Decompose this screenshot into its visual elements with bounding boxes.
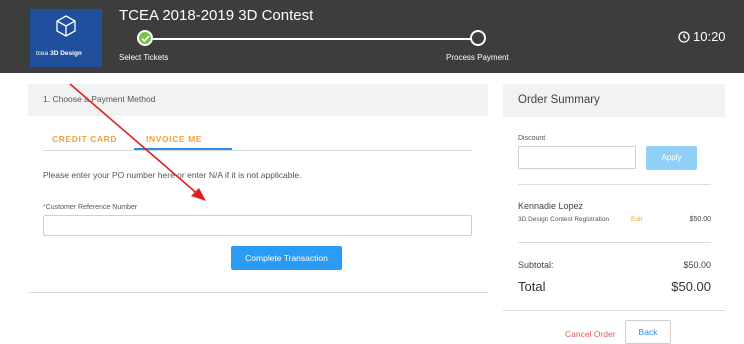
customer-name: Kennadie Lopez <box>518 201 584 211</box>
back-button[interactable]: Back <box>625 320 671 344</box>
po-instruction: Please enter your PO number here or ente… <box>43 170 302 180</box>
divider <box>518 242 711 243</box>
timer-value: 10:20 <box>693 29 726 44</box>
customer-reference-label-text: Customer Reference Number <box>45 204 138 211</box>
top-header: tcea 3D Design TCEA 2018-2019 3D Contest… <box>0 0 744 73</box>
line-item-name: 3D Design Contest Registration <box>518 216 610 223</box>
logo-name: 3D Design <box>50 50 82 57</box>
cube-icon <box>56 15 76 37</box>
order-summary-title: Order Summary <box>518 94 600 106</box>
order-summary-header: Order Summary <box>503 84 725 117</box>
active-tab-indicator <box>134 148 232 150</box>
divider <box>503 310 725 311</box>
edit-line-item-link[interactable]: Edit <box>631 216 642 223</box>
tab-invoice-me[interactable]: INVOICE ME <box>146 134 202 144</box>
customer-reference-input[interactable] <box>43 215 472 236</box>
payment-section-header: 1. Choose a Payment Method <box>28 84 488 116</box>
apply-discount-button[interactable]: Apply <box>646 146 697 170</box>
divider <box>518 184 711 185</box>
payment-method-panel: 1. Choose a Payment Method CREDIT CARD I… <box>28 84 488 293</box>
payment-section-title: 1. Choose a Payment Method <box>43 94 156 104</box>
event-title: TCEA 2018-2019 3D Contest <box>119 7 314 24</box>
tab-credit-card[interactable]: CREDIT CARD <box>52 134 117 144</box>
logo-prefix: tcea <box>36 50 49 57</box>
clock-icon <box>678 31 690 43</box>
countdown-timer: 10:20 <box>678 29 726 44</box>
complete-transaction-button[interactable]: Complete Transaction <box>231 246 342 270</box>
step-process-payment-label: Process Payment <box>446 53 509 62</box>
total-label: Total <box>518 279 546 294</box>
discount-label: Discount <box>518 135 546 142</box>
subtotal-value: $50.00 <box>683 260 711 270</box>
total-value: $50.00 <box>671 279 711 294</box>
discount-input[interactable] <box>518 146 636 169</box>
step-select-tickets-indicator <box>137 30 153 46</box>
progress-track <box>146 38 476 40</box>
cancel-order-link[interactable]: Cancel Order <box>565 329 616 339</box>
brand-logo: tcea 3D Design <box>30 9 102 67</box>
step-process-payment-indicator <box>470 30 486 46</box>
customer-reference-label: *Customer Reference Number <box>43 204 137 211</box>
tabs-divider <box>43 150 472 151</box>
order-summary-panel: Order Summary Discount Apply Kennadie Lo… <box>503 84 725 344</box>
step-select-tickets-label: Select Tickets <box>119 53 169 62</box>
line-item-price: $50.00 <box>689 216 711 223</box>
check-icon <box>141 35 150 42</box>
logo-wordmark: tcea 3D Design <box>36 50 82 57</box>
subtotal-label: Subtotal: <box>518 260 554 270</box>
